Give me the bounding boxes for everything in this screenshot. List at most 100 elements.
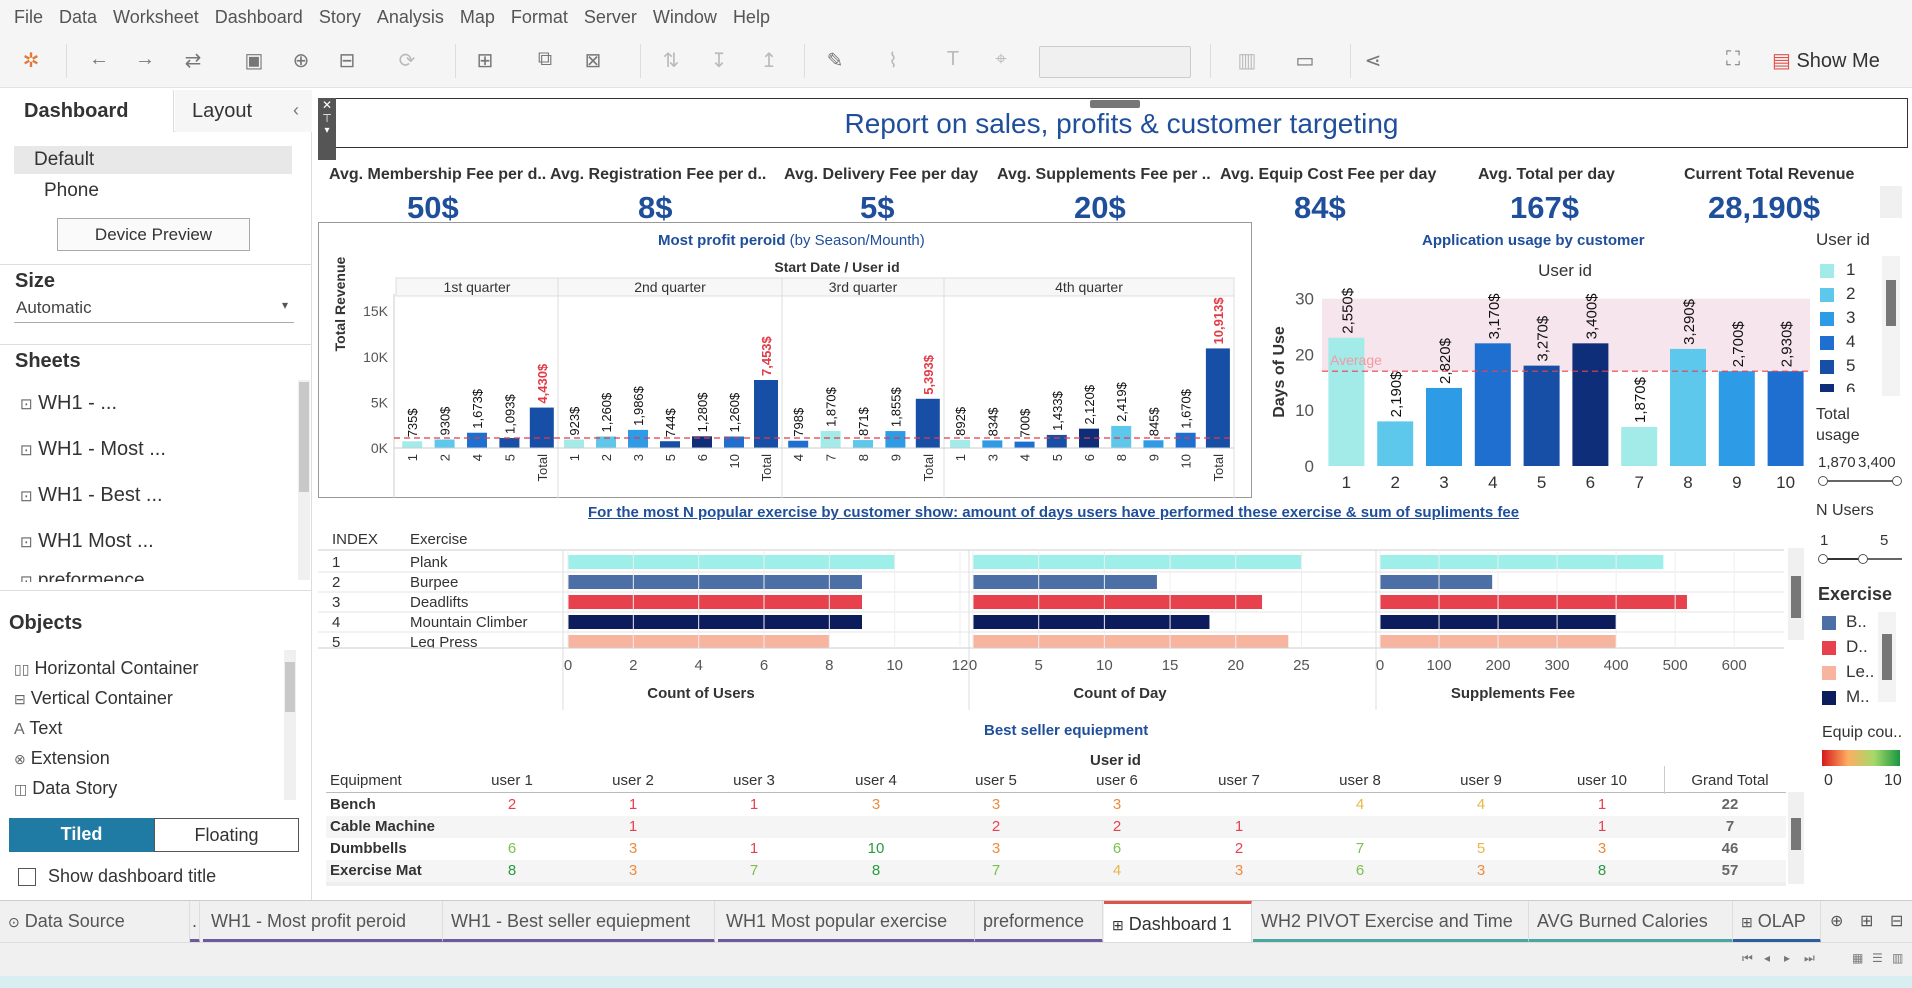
user-legend-scrollbar[interactable] [1882,256,1900,396]
objects-scrollbar-thumb[interactable] [285,662,295,712]
tiled-button[interactable]: Tiled [9,818,154,852]
menu-analysis[interactable]: Analysis [369,7,452,28]
close-icon[interactable]: ✕ [318,98,336,112]
legend-swatch[interactable] [1820,312,1834,326]
show-title-checkbox[interactable] [18,868,36,886]
sheet-item[interactable]: ⊡ WH1 Most ... [20,530,154,553]
menu-window[interactable]: Window [645,7,725,28]
tab-most-profit[interactable]: WH1 - Most profit peroid [203,901,443,943]
share-icon[interactable]: ⋖ [1360,48,1386,73]
device-phone[interactable]: Phone [44,180,99,202]
sheet-item[interactable]: ⊡ WH1 - Best ... [20,484,163,507]
legend-swatch[interactable] [1822,666,1836,680]
device-preview-button[interactable]: Device Preview [57,218,250,251]
label-icon[interactable]: T [940,48,966,71]
duplicate-icon[interactable]: ⧉ [532,48,558,71]
fit-dropdown[interactable] [1039,46,1191,78]
redo-icon[interactable]: → [132,48,158,71]
tab-avg-burned[interactable]: AVG Burned Calories [1529,901,1733,943]
clear-sheet-icon[interactable]: ⊠ [580,48,606,73]
presentation-icon[interactable]: ▭ [1292,48,1318,73]
show-me-button[interactable]: ▤ Show Me [1772,48,1880,73]
legend-swatch[interactable] [1822,691,1836,705]
object-data-story[interactable]: ◫ Data Story [14,778,117,799]
menu-map[interactable]: Map [452,7,503,28]
container-handle[interactable]: ✕ ⊤ ▾ [318,98,336,160]
tableau-logo-icon[interactable]: ✲ [18,48,44,73]
sheets-scrollbar-thumb[interactable] [299,382,309,492]
pin-icon[interactable]: ⌖ [988,48,1014,71]
legend-swatch[interactable] [1820,336,1834,350]
legend-swatch[interactable] [1820,288,1834,302]
tab-preformence[interactable]: preformence [975,901,1103,943]
menu-format[interactable]: Format [503,7,576,28]
size-dropdown[interactable]: Automatic [16,298,92,318]
new-datasource-icon[interactable]: ⊕ [288,48,314,73]
size-dropdown-chevron-icon[interactable]: ▾ [282,298,288,312]
tab-dashboard-1[interactable]: ⊞ Dashboard 1 [1104,901,1252,943]
n-users-slider-handle[interactable] [1818,554,1828,564]
equip-scrollbar-thumb[interactable] [1791,818,1801,850]
n-users-slider-handle[interactable] [1858,554,1868,564]
grid-view-icon[interactable]: ▦ [1852,951,1863,965]
user-legend-scrollbar-thumb[interactable] [1886,280,1896,326]
legend-swatch[interactable] [1820,360,1834,374]
sheet-item[interactable]: ⊡ WH1 - Most ... [20,438,166,461]
total-usage-slider[interactable] [1822,480,1900,482]
nav-last-icon[interactable]: ⏭ [1804,951,1815,966]
legend-swatch[interactable] [1822,641,1836,655]
nav-next-icon[interactable]: ▸ [1784,951,1790,965]
exercise-legend-scrollbar-thumb[interactable] [1882,634,1892,680]
refresh-icon[interactable]: ⟳ [394,48,420,73]
new-worksheet-tab-icon[interactable]: ⊕ [1830,911,1843,931]
sort-asc-icon[interactable]: ↧ [706,48,732,73]
profit-chart[interactable]: Start Date / User idTotal Revenue 15K10K5… [318,252,1252,498]
usage-chart[interactable]: User id Days of Use 30 20 10 0 2,550$ 1 2,190$ 2 2… [1262,252,1812,498]
undo-icon[interactable]: ← [86,48,112,71]
save-icon[interactable]: ▣ [241,48,267,73]
tab-olap[interactable]: ⊞ OLAP [1733,901,1821,943]
tab-best-seller[interactable]: WH1 - Best seller equiepment [443,901,715,943]
drag-handle[interactable] [1090,100,1140,108]
filmstrip-view-icon[interactable]: ▥ [1892,951,1903,965]
menu-file[interactable]: File [6,7,51,28]
list-view-icon[interactable]: ☰ [1872,951,1883,965]
floating-button[interactable]: Floating [154,818,299,852]
chevron-down-icon[interactable]: ▾ [318,125,336,136]
legend-swatch[interactable] [1820,264,1834,278]
menu-story[interactable]: Story [311,7,369,28]
nav-prev-icon[interactable]: ◂ [1764,951,1770,965]
format-painter-icon[interactable]: ⛶ [1720,48,1746,71]
menu-data[interactable]: Data [51,7,105,28]
tab-data-source[interactable]: ⊙ Data Source [0,901,190,943]
exercise-chart[interactable]: INDEX Exercise Plank 1 Burpee 2 Deadlifts 3 Moun… [318,524,1818,710]
menu-help[interactable]: Help [725,7,778,28]
menu-dashboard[interactable]: Dashboard [207,7,311,28]
nav-first-icon[interactable]: ⏮ [1742,951,1753,966]
new-worksheet-icon[interactable]: ⊞ [472,48,498,73]
exercise-scrollbar-thumb[interactable] [1791,576,1801,618]
new-dashboard-tab-icon[interactable]: ⊞ [1860,911,1873,931]
object-vertical-container[interactable]: ⊟ Vertical Container [14,688,173,709]
legend-swatch[interactable] [1820,384,1834,392]
sheet-item[interactable]: ⊡ preformence [20,570,145,582]
sort-desc-icon[interactable]: ↥ [756,48,782,73]
swap-icon[interactable]: ⇅ [658,48,684,73]
object-horizontal-container[interactable]: ▯▯ Horizontal Container [14,658,199,679]
legend-swatch[interactable] [1822,616,1836,630]
sheet-item[interactable]: ⊡ WH1 - ... [20,392,117,415]
group-icon[interactable]: ⌇ [880,48,906,73]
tab-partial[interactable]: . [190,901,200,943]
kpi-scrollbar[interactable] [1880,186,1902,218]
tab-most-popular[interactable]: WH1 Most popular exercise [718,901,975,943]
pin-icon[interactable]: ⊤ [318,112,336,125]
collapse-icon[interactable]: ‹ [293,100,299,121]
replay-icon[interactable]: ⇄ [180,48,206,73]
total-usage-slider-handle[interactable] [1818,476,1828,486]
new-story-tab-icon[interactable]: ⊟ [1890,911,1903,931]
pause-updates-icon[interactable]: ⊟ [334,48,360,73]
tab-wh2-pivot[interactable]: WH2 PIVOT Exercise and Time [1253,901,1529,943]
menu-worksheet[interactable]: Worksheet [105,7,207,28]
object-text[interactable]: A Text [14,718,62,739]
object-extension[interactable]: ⊗ Extension [14,748,110,769]
